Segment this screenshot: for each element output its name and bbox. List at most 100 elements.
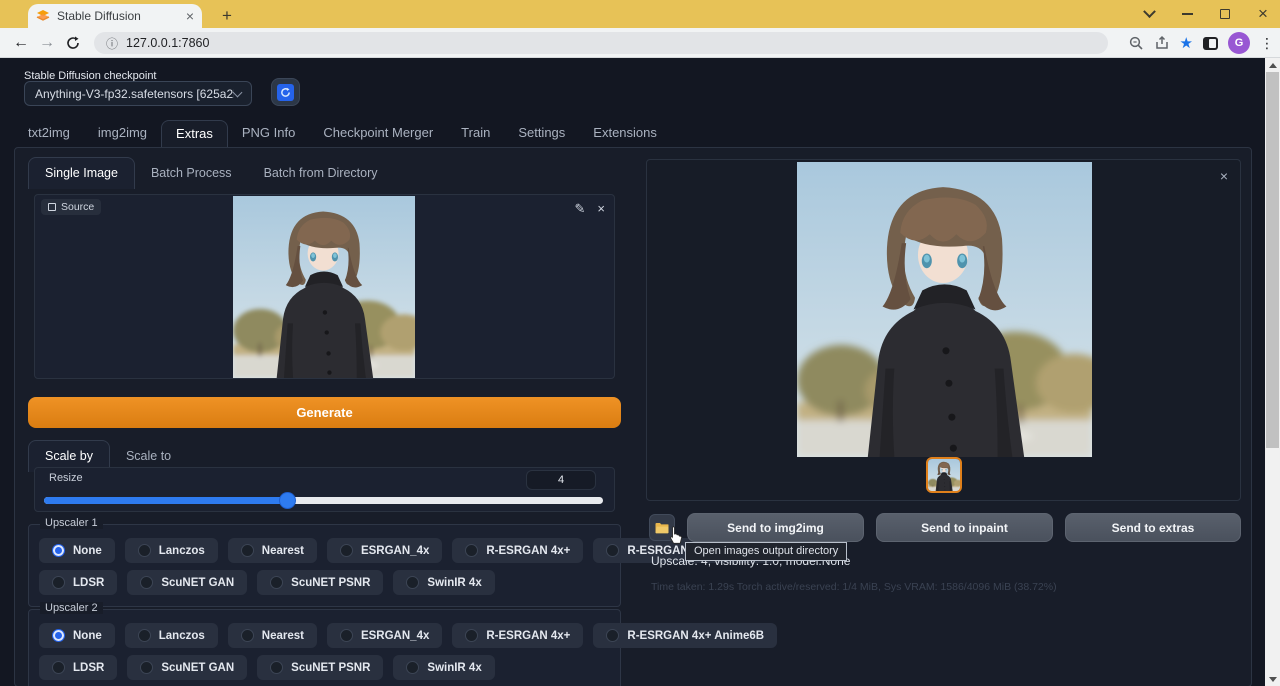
upscaler2-option-lanczos[interactable]: Lanczos xyxy=(125,623,218,648)
reload-button[interactable] xyxy=(60,30,86,56)
result-footer-stats: Time taken: 1.29s Torch active/reserved:… xyxy=(651,581,1057,593)
vertical-scrollbar[interactable] xyxy=(1265,58,1280,686)
tab-search-chevron-icon[interactable] xyxy=(1134,0,1164,28)
upscaler2-option-resrgan-anime6b[interactable]: R-ESRGAN 4x+ Anime6B xyxy=(593,623,777,648)
tab-batch-process[interactable]: Batch Process xyxy=(135,158,248,189)
window-maximize-button[interactable] xyxy=(1210,0,1240,28)
upscaler2-option-scunet-gan[interactable]: ScuNET GAN xyxy=(127,655,247,680)
option-label: ESRGAN_4x xyxy=(361,630,429,642)
resize-slider-handle[interactable] xyxy=(280,493,295,508)
refresh-checkpoints-button[interactable] xyxy=(271,78,300,106)
tab-checkpoint-merger[interactable]: Checkpoint Merger xyxy=(309,120,447,147)
site-info-icon[interactable]: ⓘ xyxy=(106,35,118,52)
tab-settings[interactable]: Settings xyxy=(504,120,579,147)
upscaler1-option-nearest[interactable]: Nearest xyxy=(228,538,317,563)
tab-extensions[interactable]: Extensions xyxy=(579,120,671,147)
edit-image-icon[interactable]: ✎ xyxy=(575,201,586,217)
resize-number-input[interactable]: 4 xyxy=(526,470,596,490)
upscaler2-option-ldsr[interactable]: LDSR xyxy=(39,655,117,680)
tab-close-icon[interactable]: × xyxy=(186,8,194,24)
source-label: Source xyxy=(61,201,94,213)
result-image[interactable] xyxy=(797,162,1092,457)
upscaler1-option-none[interactable]: None xyxy=(39,538,115,563)
upscaler1-option-ldsr[interactable]: LDSR xyxy=(39,570,117,595)
option-label: ScuNET GAN xyxy=(161,662,234,674)
result-thumbnail[interactable] xyxy=(926,457,962,493)
resize-slider[interactable] xyxy=(44,493,603,507)
radio-icon xyxy=(340,629,353,642)
extras-panel: Single Image Batch Process Batch from Di… xyxy=(14,147,1252,686)
upscaler1-option-lanczos[interactable]: Lanczos xyxy=(125,538,218,563)
close-gallery-icon[interactable]: × xyxy=(1220,168,1228,184)
image-icon xyxy=(48,203,56,211)
share-icon[interactable] xyxy=(1154,35,1170,51)
new-tab-button[interactable]: + xyxy=(216,5,238,27)
forward-button[interactable]: → xyxy=(34,30,60,56)
main-tab-bar: txt2img img2img Extras PNG Info Checkpoi… xyxy=(14,120,671,147)
radio-icon xyxy=(406,661,419,674)
chevron-down-icon xyxy=(233,87,243,97)
radio-icon xyxy=(270,576,283,589)
upscaler2-option-esrgan4x[interactable]: ESRGAN_4x xyxy=(327,623,442,648)
option-label: LDSR xyxy=(73,662,104,674)
send-to-extras-button[interactable]: Send to extras xyxy=(1065,513,1241,542)
source-image[interactable] xyxy=(233,196,415,378)
folder-tooltip: Open images output directory xyxy=(685,542,847,561)
browser-menu-icon[interactable]: ⋮ xyxy=(1260,35,1274,52)
option-label: None xyxy=(73,630,102,642)
option-label: Lanczos xyxy=(159,630,205,642)
option-label: R-ESRGAN 4x+ xyxy=(486,545,570,557)
tab-txt2img[interactable]: txt2img xyxy=(14,120,84,147)
generate-button[interactable]: Generate xyxy=(28,397,621,428)
zoom-icon[interactable] xyxy=(1128,35,1144,51)
browser-tab[interactable]: Stable Diffusion × xyxy=(28,4,202,28)
upscaler2-option-nearest[interactable]: Nearest xyxy=(228,623,317,648)
option-label: Nearest xyxy=(262,545,304,557)
profile-avatar[interactable]: G xyxy=(1228,32,1250,54)
upscaler1-option-resrgan4x[interactable]: R-ESRGAN 4x+ xyxy=(452,538,583,563)
radio-icon xyxy=(340,544,353,557)
scroll-down-icon[interactable] xyxy=(1265,672,1280,686)
upscaler2-option-swinir4x[interactable]: SwinIR 4x xyxy=(393,655,494,680)
window-minimize-button[interactable] xyxy=(1172,0,1202,28)
tab-img2img[interactable]: img2img xyxy=(84,120,161,147)
radio-icon xyxy=(241,629,254,642)
send-to-img2img-button[interactable]: Send to img2img xyxy=(687,513,864,542)
source-label-pill: Source xyxy=(41,199,101,215)
checkpoint-dropdown[interactable]: Anything-V3-fp32.safetensors [625a2ba2] xyxy=(24,81,252,106)
upscaler1-option-scunet-psnr[interactable]: ScuNET PSNR xyxy=(257,570,383,595)
upscaler2-option-scunet-psnr[interactable]: ScuNET PSNR xyxy=(257,655,383,680)
tab-single-image[interactable]: Single Image xyxy=(28,157,135,189)
radio-icon xyxy=(52,629,65,642)
source-image-dropzone[interactable]: Source ✎ × xyxy=(34,194,615,379)
upscaler1-option-scunet-gan[interactable]: ScuNET GAN xyxy=(127,570,247,595)
upscaler-1-label: Upscaler 1 xyxy=(40,517,103,529)
tab-extras[interactable]: Extras xyxy=(161,120,228,148)
result-gallery: × xyxy=(646,159,1241,501)
upscaler1-option-swinir4x[interactable]: SwinIR 4x xyxy=(393,570,494,595)
scroll-up-icon[interactable] xyxy=(1265,58,1280,72)
app-page: Stable Diffusion checkpoint Anything-V3-… xyxy=(0,58,1265,686)
upscaler2-option-none[interactable]: None xyxy=(39,623,115,648)
bookmark-star-icon[interactable]: ★ xyxy=(1180,34,1193,52)
option-label: ESRGAN_4x xyxy=(361,545,429,557)
upscaler2-option-resrgan4x[interactable]: R-ESRGAN 4x+ xyxy=(452,623,583,648)
back-button[interactable]: ← xyxy=(8,30,34,56)
cursor-pointer xyxy=(667,526,684,547)
tab-train[interactable]: Train xyxy=(447,120,504,147)
refresh-icon xyxy=(277,84,294,101)
radio-icon xyxy=(606,544,619,557)
radio-icon xyxy=(140,661,153,674)
upscaler1-option-esrgan4x[interactable]: ESRGAN_4x xyxy=(327,538,442,563)
checkpoint-value: Anything-V3-fp32.safetensors [625a2ba2] xyxy=(35,87,234,101)
tab-png-info[interactable]: PNG Info xyxy=(228,120,309,147)
radio-icon xyxy=(52,661,65,674)
side-panel-icon[interactable] xyxy=(1203,37,1218,50)
send-to-inpaint-button[interactable]: Send to inpaint xyxy=(876,513,1053,542)
upscaler-1-group: Upscaler 1 None Lanczos Nearest ESRGAN_4… xyxy=(28,524,621,607)
tab-batch-from-directory[interactable]: Batch from Directory xyxy=(248,158,394,189)
scrollbar-thumb[interactable] xyxy=(1266,72,1279,448)
url-bar[interactable]: ⓘ 127.0.0.1:7860 xyxy=(94,32,1108,54)
clear-image-icon[interactable]: × xyxy=(597,201,605,217)
window-close-button[interactable]: × xyxy=(1248,0,1278,28)
